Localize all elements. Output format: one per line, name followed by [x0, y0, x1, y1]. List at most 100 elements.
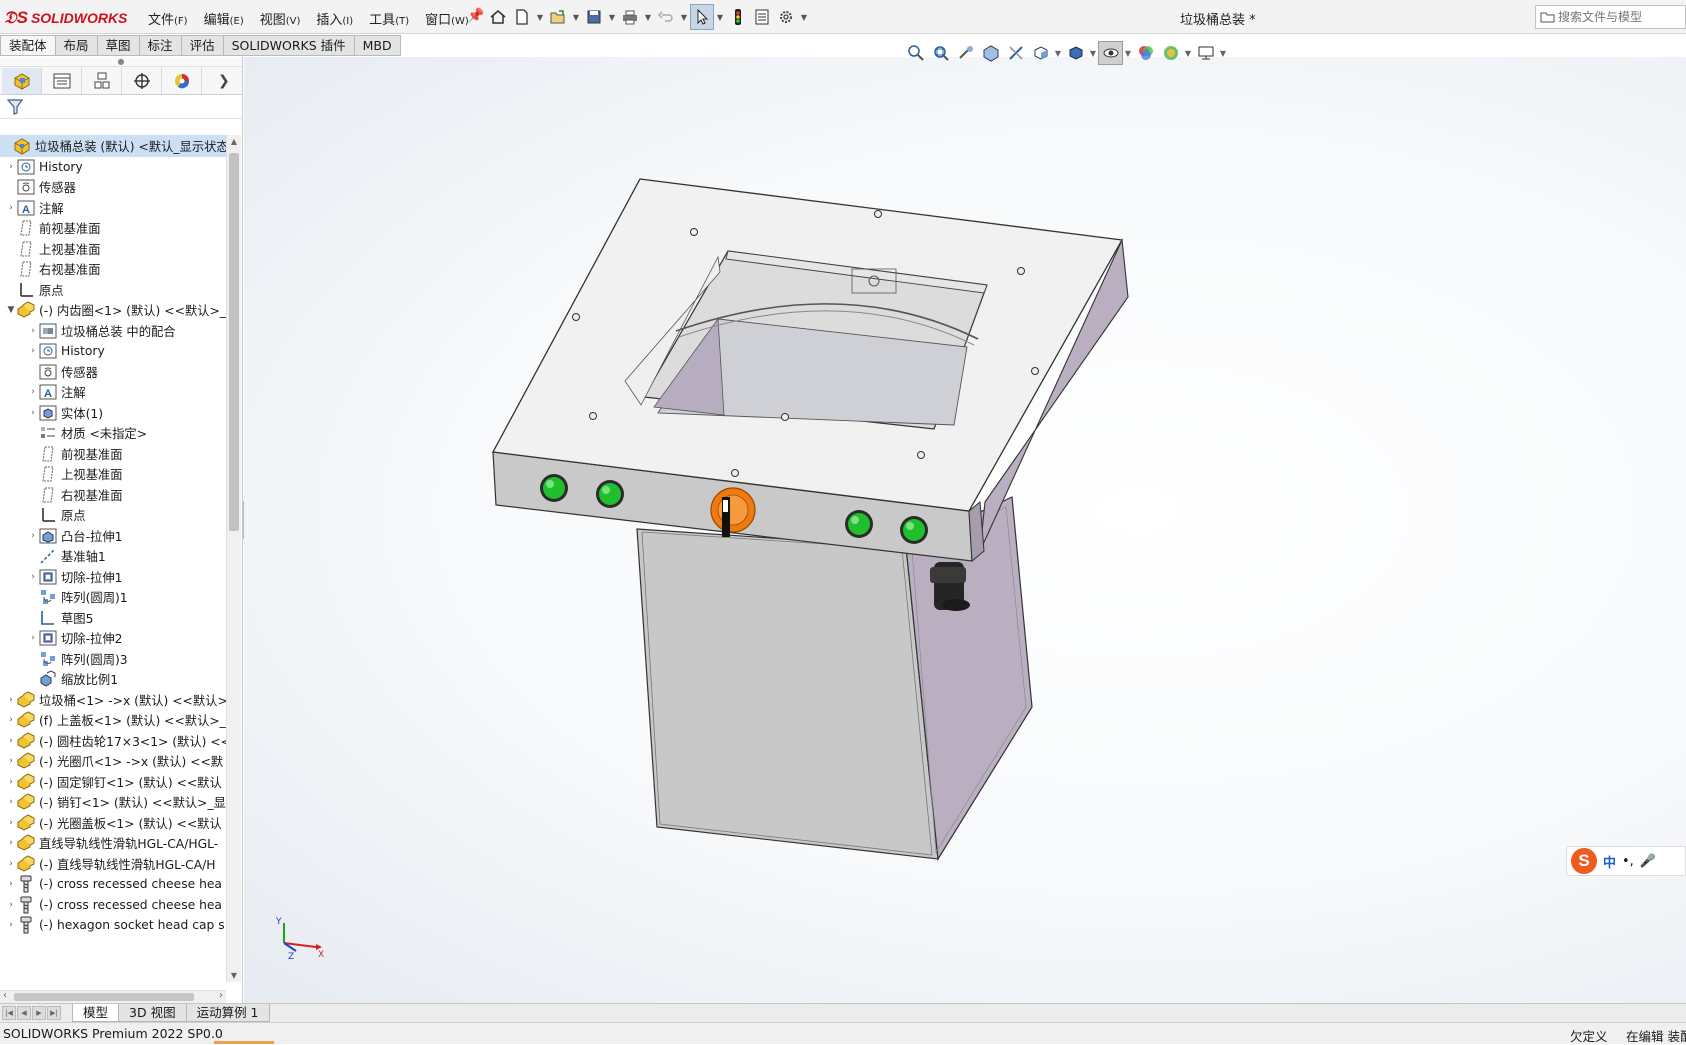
view-settings-monitor-icon[interactable] — [1193, 41, 1218, 65]
tree-item[interactable]: 右视基准面 — [0, 484, 226, 506]
apply-scene-icon[interactable] — [1158, 41, 1183, 65]
previous-view-icon[interactable] — [953, 41, 978, 65]
tree-item[interactable]: › (-) 直线导轨线性滑轨HGL-CA/H — [0, 853, 226, 875]
tree-item[interactable]: 材质 <未指定> — [0, 422, 226, 444]
tree-expander-icon[interactable]: › — [6, 859, 16, 869]
tree-expander-icon[interactable]: › — [28, 572, 38, 582]
tree-item[interactable]: › A 注解 — [0, 197, 226, 219]
tree-item[interactable]: › (f) 上盖板<1> (默认) <<默认>_ — [0, 709, 226, 731]
tree-expander-icon[interactable]: › — [6, 736, 16, 746]
view-orientation-icon[interactable] — [1028, 41, 1053, 65]
body-front-panel[interactable] — [636, 528, 939, 860]
tree-item[interactable]: › (-) cross recessed cheese hea — [0, 894, 226, 916]
ime-toolbar[interactable]: S 中 •, 🎤 — [1566, 846, 1686, 876]
command-tab[interactable]: MBD — [354, 35, 401, 56]
pin-menu-icon[interactable]: 📌 — [467, 8, 484, 24]
scroll-left-arrow-icon[interactable]: ‹ — [3, 990, 7, 1001]
section-view-icon[interactable] — [978, 41, 1003, 65]
tree-item[interactable]: › 凸台-拉伸1 — [0, 525, 226, 547]
tree-expander-icon[interactable]: › — [6, 920, 16, 930]
tree-item[interactable]: 阵列(圆周)3 — [0, 648, 226, 670]
scroll-up-arrow-icon[interactable]: ▲ — [229, 137, 239, 146]
tree-item[interactable]: › (-) 光圈爪<1> ->x (默认) <<默 — [0, 750, 226, 772]
dynamic-annotation-icon[interactable] — [1003, 41, 1028, 65]
tree-expander-icon[interactable]: › — [6, 162, 16, 172]
tree-item[interactable]: › (-) 固定铆钉<1> (默认) <<默认 — [0, 771, 226, 793]
tree-expander-icon[interactable]: › — [6, 900, 16, 910]
menu-item[interactable]: 插入(I) — [308, 9, 361, 28]
tree-expander-icon[interactable]: › — [6, 818, 16, 828]
menu-item[interactable]: 文件(F) — [140, 9, 196, 28]
command-tab[interactable]: 布局 — [55, 35, 98, 56]
tree-item[interactable]: › History — [0, 156, 226, 178]
edit-appearance-icon[interactable] — [1133, 41, 1158, 65]
open-folder-icon[interactable] — [546, 4, 570, 30]
search-input[interactable] — [1556, 9, 1676, 25]
options-gear-icon[interactable] — [774, 4, 798, 30]
tree-item[interactable]: › 垃圾桶总装 中的配合 — [0, 320, 226, 342]
display-manager-tab-icon[interactable] — [162, 67, 202, 94]
scroll-right-arrow-icon[interactable]: › — [219, 990, 223, 1001]
tree-item[interactable]: 前视基准面 — [0, 217, 226, 239]
definition-status[interactable]: 欠定义 — [1570, 1026, 1608, 1045]
command-tab[interactable]: 草图 — [97, 35, 140, 56]
tree-item[interactable]: 传感器 — [0, 361, 226, 383]
prev-tab-arrow-icon[interactable]: ◀ — [17, 1006, 31, 1020]
tree-expander-icon[interactable]: › — [6, 797, 16, 807]
apply-scene-dropdown-icon[interactable]: ▼ — [1183, 49, 1193, 58]
tree-item[interactable]: 原点 — [0, 504, 226, 526]
save-icon[interactable] — [582, 4, 606, 30]
tree-expander-icon[interactable]: › — [6, 777, 16, 787]
menu-item[interactable]: 工具(T) — [361, 9, 417, 28]
tree-item[interactable]: 原点 — [0, 279, 226, 301]
command-tab[interactable]: 标注 — [139, 35, 182, 56]
tree-expander-icon[interactable]: › — [28, 408, 38, 418]
tree-expander-icon[interactable]: › — [28, 387, 38, 397]
tree-item[interactable]: 缩放比例1 — [0, 668, 226, 690]
undo-icon[interactable] — [654, 4, 678, 30]
tree-horizontal-scrollbar[interactable]: ‹ › — [0, 990, 226, 1003]
tree-expander-icon[interactable]: › — [6, 203, 16, 213]
hscroll-thumb[interactable] — [14, 993, 194, 1001]
command-tab[interactable]: 装配体 — [0, 35, 56, 56]
tree-item[interactable]: › 垃圾桶<1> ->x (默认) <<默认> — [0, 689, 226, 711]
undo-dropdown-icon[interactable]: ▼ — [678, 4, 690, 30]
tree-item[interactable]: 前视基准面 — [0, 443, 226, 465]
tree-expander-icon[interactable]: ▼ — [6, 305, 16, 315]
configuration-manager-tab-icon[interactable] — [82, 67, 122, 94]
select-cursor-icon[interactable] — [690, 4, 714, 30]
file-properties-icon[interactable] — [750, 4, 774, 30]
graphics-area[interactable]: Y X Z — [244, 57, 1686, 1003]
tree-item[interactable]: › (-) 光圈盖板<1> (默认) <<默认 — [0, 812, 226, 834]
ime-microphone-icon[interactable]: 🎤 — [1640, 854, 1656, 869]
tree-item[interactable]: › 切除-拉伸1 — [0, 566, 226, 588]
tree-expander-icon[interactable]: › — [28, 326, 38, 336]
open-dropdown-icon[interactable]: ▼ — [570, 4, 582, 30]
tree-item[interactable]: 上视基准面 — [0, 463, 226, 485]
tree-expander-icon[interactable]: › — [6, 715, 16, 725]
options-dropdown-icon[interactable]: ▼ — [798, 4, 810, 30]
new-dropdown-icon[interactable]: ▼ — [534, 4, 546, 30]
tree-item[interactable]: › A 注解 — [0, 381, 226, 403]
tree-expander-icon[interactable]: › — [28, 633, 38, 643]
menu-item[interactable]: 视图(V) — [252, 9, 309, 28]
tree-item[interactable]: 阵列(圆周)1 — [0, 586, 226, 608]
display-style-dropdown-icon[interactable]: ▼ — [1088, 49, 1098, 58]
bottom-tab[interactable]: 运动算例 1 — [185, 1004, 270, 1022]
tree-expander-icon[interactable]: › — [28, 531, 38, 541]
filter-icon[interactable] — [6, 98, 26, 116]
select-dropdown-icon[interactable]: ▼ — [714, 4, 726, 30]
sogou-ime-icon[interactable]: S — [1571, 848, 1597, 874]
rebuild-traffic-light-icon[interactable] — [726, 4, 750, 30]
tree-item[interactable]: › 切除-拉伸2 — [0, 627, 226, 649]
tree-expander-icon[interactable]: › — [6, 695, 16, 705]
bottom-tab[interactable]: 3D 视图 — [118, 1004, 187, 1022]
tree-expander-icon[interactable]: › — [6, 879, 16, 889]
zoom-to-fit-icon[interactable] — [903, 41, 928, 65]
panel-grip[interactable]: ● — [0, 57, 242, 67]
solidworks-logo[interactable]: 𝔇S SOLIDWORKS — [4, 7, 127, 29]
tree-expander-icon[interactable]: › — [6, 838, 16, 848]
new-document-icon[interactable] — [510, 4, 534, 30]
tree-item[interactable]: 右视基准面 — [0, 258, 226, 280]
view-settings-dropdown-icon[interactable]: ▼ — [1218, 49, 1228, 58]
